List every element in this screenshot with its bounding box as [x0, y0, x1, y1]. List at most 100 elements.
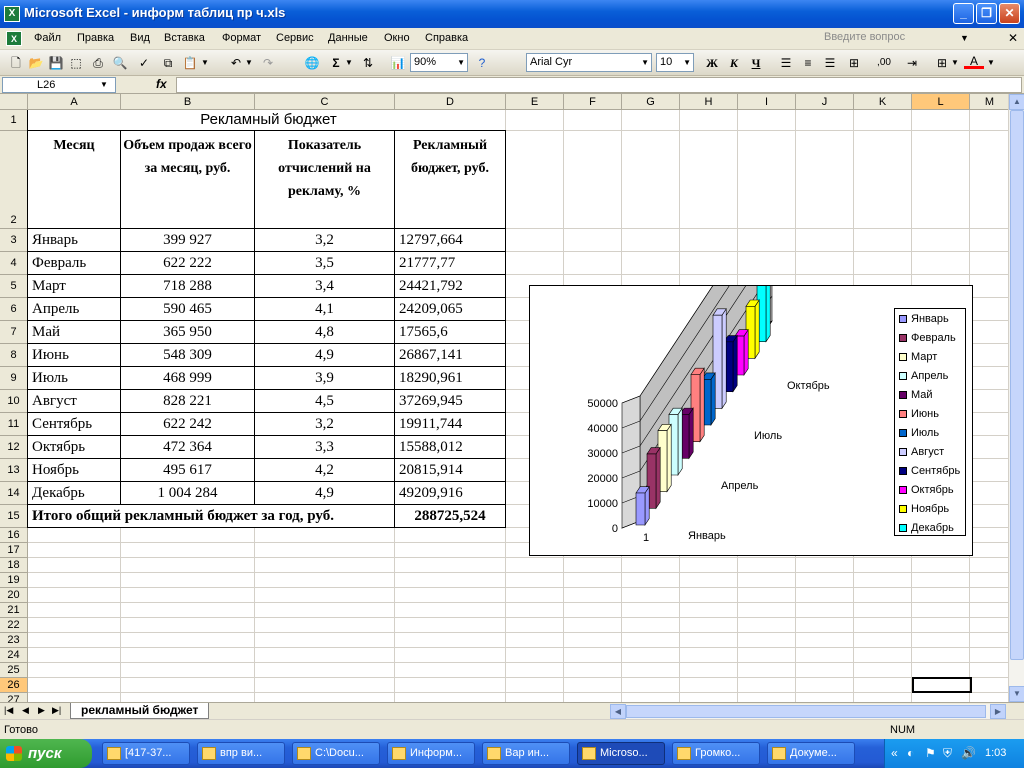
indent-icon[interactable]: ⇥ — [902, 53, 922, 73]
menu-data[interactable]: Данные — [328, 32, 368, 44]
column-header-F[interactable]: F — [564, 94, 622, 110]
value-cell[interactable]: 19911,744 — [395, 413, 506, 436]
cell[interactable] — [680, 618, 738, 633]
excel-app-icon[interactable]: X — [4, 6, 20, 22]
cell[interactable] — [564, 648, 622, 663]
taskbar-item[interactable]: Вар ин... — [482, 742, 570, 765]
cell[interactable] — [970, 413, 1008, 436]
cell[interactable] — [506, 678, 564, 693]
start-button[interactable]: пуск — [0, 739, 92, 768]
column-header-L[interactable]: L — [912, 94, 970, 110]
cell[interactable] — [564, 633, 622, 648]
value-cell[interactable]: 365 950 — [121, 321, 255, 344]
name-box[interactable]: L26 — [2, 77, 116, 93]
cell[interactable] — [121, 588, 255, 603]
cell[interactable] — [970, 390, 1008, 413]
cell[interactable] — [28, 693, 121, 702]
value-cell[interactable]: 472 364 — [121, 436, 255, 459]
cell[interactable] — [506, 110, 564, 131]
tray-flag-icon[interactable]: ⚑ — [925, 746, 936, 760]
cell[interactable] — [506, 573, 564, 588]
cell[interactable] — [970, 505, 1008, 528]
menu-file[interactable]: Файл — [34, 32, 61, 44]
cell[interactable] — [28, 588, 121, 603]
cell[interactable] — [121, 663, 255, 678]
cell[interactable] — [970, 252, 1008, 275]
row-header-27[interactable]: 27 — [0, 693, 28, 702]
cell[interactable] — [506, 603, 564, 618]
row-header-16[interactable]: 16 — [0, 528, 28, 543]
value-cell[interactable]: 4,1 — [255, 298, 395, 321]
table-header[interactable]: Рекламный бюджет, руб. — [395, 131, 506, 229]
undo-icon[interactable]: ↶ — [226, 53, 246, 73]
name-box-dropdown-icon[interactable]: ▼ — [100, 80, 108, 89]
cell[interactable] — [121, 528, 255, 543]
next-sheet-icon[interactable]: ▶ — [38, 705, 45, 716]
bold-button[interactable]: Ж — [702, 53, 722, 73]
value-cell[interactable]: 12797,664 — [395, 229, 506, 252]
row-header-17[interactable]: 17 — [0, 543, 28, 558]
cell[interactable] — [854, 558, 912, 573]
print-icon[interactable]: ⎙ — [88, 53, 108, 73]
cell[interactable] — [564, 663, 622, 678]
cell[interactable] — [506, 663, 564, 678]
minimize-button[interactable]: _ — [953, 3, 974, 24]
cell[interactable] — [506, 229, 564, 252]
help-dropdown-icon[interactable]: ▼ — [960, 33, 969, 43]
cell[interactable] — [680, 558, 738, 573]
cell[interactable] — [796, 558, 854, 573]
cell[interactable] — [564, 618, 622, 633]
cell[interactable] — [255, 558, 395, 573]
last-sheet-icon[interactable]: ▶| — [52, 705, 61, 716]
tray-arrow-icon[interactable]: « — [891, 746, 898, 760]
cell[interactable] — [121, 678, 255, 693]
horizontal-scrollbar[interactable]: ◀ ▶ — [610, 704, 1006, 719]
cell[interactable] — [506, 648, 564, 663]
cell[interactable] — [395, 573, 506, 588]
table-title[interactable]: Рекламный бюджет — [28, 110, 506, 131]
row-header-5[interactable]: 5 — [0, 275, 28, 298]
cell[interactable] — [395, 588, 506, 603]
cell[interactable] — [680, 648, 738, 663]
cell[interactable] — [121, 633, 255, 648]
cell[interactable] — [680, 131, 738, 229]
help-question-input[interactable]: Введите вопрос — [820, 31, 970, 47]
column-header-H[interactable]: H — [680, 94, 738, 110]
cell[interactable] — [255, 678, 395, 693]
cell[interactable] — [255, 693, 395, 702]
row-header-9[interactable]: 9 — [0, 367, 28, 390]
cell[interactable] — [28, 663, 121, 678]
value-cell[interactable]: 718 288 — [121, 275, 255, 298]
select-all-corner[interactable] — [0, 94, 28, 110]
undo-dropdown-icon[interactable]: ▼ — [244, 53, 254, 73]
value-cell[interactable]: 468 999 — [121, 367, 255, 390]
column-header-I[interactable]: I — [738, 94, 796, 110]
cell[interactable] — [970, 618, 1008, 633]
cell[interactable] — [854, 618, 912, 633]
cell[interactable] — [564, 229, 622, 252]
value-cell[interactable]: 399 927 — [121, 229, 255, 252]
cell[interactable] — [255, 633, 395, 648]
cell[interactable] — [738, 588, 796, 603]
cell[interactable] — [680, 633, 738, 648]
scroll-left-icon[interactable]: ◀ — [610, 704, 626, 719]
row-header-8[interactable]: 8 — [0, 344, 28, 367]
table-header[interactable]: Месяц — [28, 131, 121, 229]
value-cell[interactable]: 495 617 — [121, 459, 255, 482]
cell[interactable] — [738, 573, 796, 588]
value-cell[interactable]: 548 309 — [121, 344, 255, 367]
row-header-10[interactable]: 10 — [0, 390, 28, 413]
cell[interactable] — [564, 678, 622, 693]
month-cell[interactable]: Октябрь — [28, 436, 121, 459]
cell[interactable] — [970, 663, 1008, 678]
maximize-button[interactable]: ❐ — [976, 3, 997, 24]
cell[interactable] — [622, 633, 680, 648]
row-header-26[interactable]: 26 — [0, 678, 28, 693]
cell[interactable] — [738, 693, 796, 702]
cell[interactable] — [912, 252, 970, 275]
row-header-20[interactable]: 20 — [0, 588, 28, 603]
cell[interactable] — [796, 229, 854, 252]
cell[interactable] — [506, 131, 564, 229]
cell[interactable] — [738, 648, 796, 663]
value-cell[interactable]: 24209,065 — [395, 298, 506, 321]
